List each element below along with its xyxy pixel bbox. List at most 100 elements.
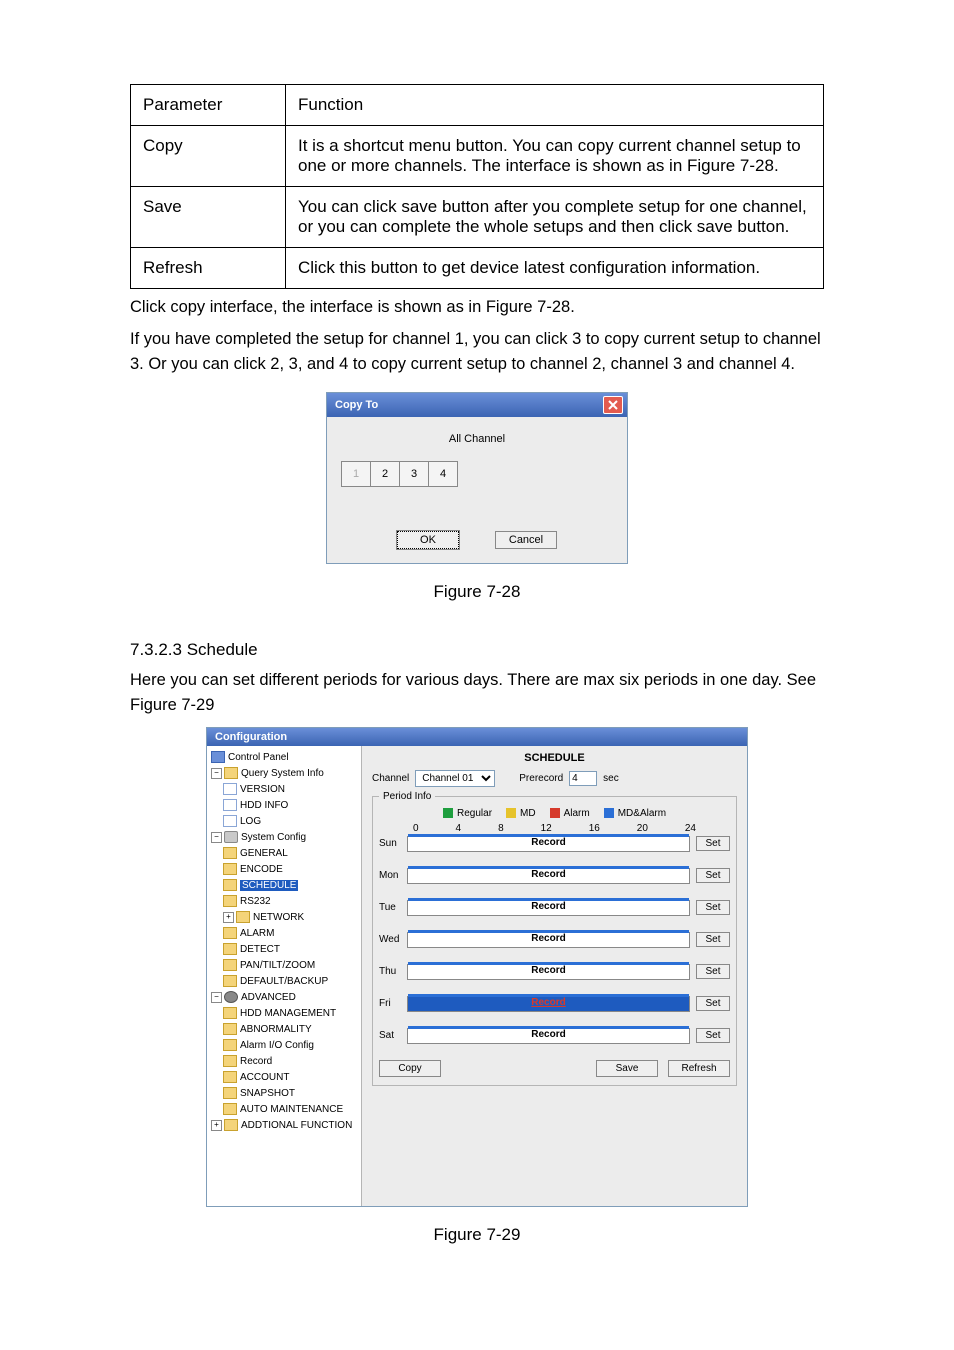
schedule-track[interactable]: Record	[407, 900, 690, 916]
tree-item[interactable]: DEFAULT/BACKUP	[240, 976, 328, 987]
expand-icon[interactable]: +	[211, 1120, 222, 1131]
tree-item[interactable]: DETECT	[240, 944, 280, 955]
tree-item[interactable]: ACCOUNT	[240, 1072, 289, 1083]
period-info-label: Period Info	[379, 791, 435, 802]
tree-item[interactable]: RS232	[240, 896, 271, 907]
expand-icon[interactable]: +	[223, 912, 234, 923]
mdalarm-swatch-icon	[604, 808, 614, 818]
schedule-track[interactable]: Record	[407, 996, 690, 1012]
close-icon[interactable]	[603, 396, 623, 414]
tree-item[interactable]: ABNORMALITY	[240, 1024, 312, 1035]
channel-label: Channel	[372, 773, 409, 784]
window-title: Configuration	[215, 731, 287, 743]
tree-item[interactable]: LOG	[240, 816, 261, 827]
collapse-icon[interactable]: −	[211, 768, 222, 779]
day-label: Sat	[379, 1030, 407, 1041]
tree-item[interactable]: ALARM	[240, 928, 274, 939]
schedule-track[interactable]: Record	[407, 932, 690, 948]
schedule-track[interactable]: Record	[407, 836, 690, 852]
tree-item[interactable]: PAN/TILT/ZOOM	[240, 960, 315, 971]
tree-item[interactable]: NETWORK	[253, 912, 304, 923]
tree-item[interactable]: Record	[240, 1056, 272, 1067]
ok-button[interactable]: OK	[397, 531, 459, 549]
alarm-swatch-icon	[550, 808, 560, 818]
section-body: Here you can set different periods for v…	[130, 668, 824, 719]
all-channel-label[interactable]: All Channel	[341, 433, 613, 445]
record-label: Record	[531, 837, 565, 848]
set-button[interactable]: Set	[696, 1028, 730, 1043]
schedule-track[interactable]: Record	[407, 1028, 690, 1044]
folder-icon	[223, 1103, 237, 1115]
schedule-track[interactable]: Record	[407, 868, 690, 884]
table-row: Refresh Click this button to get device …	[131, 248, 824, 289]
tree-item[interactable]: Query System Info	[241, 768, 324, 779]
tree-item[interactable]: ADVANCED	[241, 992, 296, 1003]
tree-item[interactable]: HDD MANAGEMENT	[240, 1008, 336, 1019]
day-label: Fri	[379, 998, 407, 1009]
schedule-track[interactable]: Record	[407, 964, 690, 980]
copy-button[interactable]: Copy	[379, 1060, 441, 1077]
day-label: Sun	[379, 838, 407, 849]
tree-item[interactable]: ADDTIONAL FUNCTION	[241, 1120, 352, 1131]
tree-item[interactable]: GENERAL	[240, 848, 288, 859]
navigation-tree[interactable]: Control Panel − Query System Info VERSION…	[207, 746, 362, 1206]
refresh-button[interactable]: Refresh	[668, 1060, 730, 1077]
gear-icon	[224, 991, 238, 1003]
cancel-button[interactable]: Cancel	[495, 531, 557, 549]
save-button[interactable]: Save	[596, 1060, 658, 1077]
folder-icon	[224, 1119, 238, 1131]
channel-2-button[interactable]: 2	[370, 461, 400, 487]
folder-icon	[223, 1007, 237, 1019]
channel-select[interactable]: Channel 01	[415, 770, 495, 787]
schedule-panel: SCHEDULE Channel Channel 01 Prerecord se…	[362, 746, 747, 1206]
folder-icon	[223, 1087, 237, 1099]
channel-4-button[interactable]: 4	[428, 461, 458, 487]
tree-item[interactable]: HDD INFO	[240, 800, 288, 811]
collapse-icon[interactable]: −	[211, 992, 222, 1003]
regular-swatch-icon	[443, 808, 453, 818]
channel-3-button[interactable]: 3	[399, 461, 429, 487]
body-paragraph: Click copy interface, the interface is s…	[130, 295, 824, 321]
tree-item-selected[interactable]: SCHEDULE	[240, 880, 298, 891]
doc-icon	[223, 783, 237, 795]
record-label: Record	[531, 869, 565, 880]
folder-icon	[223, 1055, 237, 1067]
set-button[interactable]: Set	[696, 900, 730, 915]
copy-to-dialog: Copy To All Channel 1 2 3 4 OK Cancel	[326, 392, 628, 564]
collapse-icon[interactable]: −	[211, 832, 222, 843]
set-button[interactable]: Set	[696, 836, 730, 851]
prerecord-input[interactable]	[569, 771, 597, 786]
set-button[interactable]: Set	[696, 996, 730, 1011]
configuration-window: Configuration Control Panel − Query Syste…	[206, 727, 748, 1207]
tree-item[interactable]: ENCODE	[240, 864, 283, 875]
doc-icon	[223, 815, 237, 827]
md-swatch-icon	[506, 808, 516, 818]
section-heading: 7.3.2.3 Schedule	[130, 640, 824, 660]
prerecord-unit: sec	[603, 773, 619, 784]
record-label: Record	[531, 1029, 565, 1040]
set-button[interactable]: Set	[696, 932, 730, 947]
set-button[interactable]: Set	[696, 964, 730, 979]
tree-item[interactable]: System Config	[241, 832, 306, 843]
legend-alarm: Alarm	[564, 808, 590, 819]
table-row: Copy It is a shortcut menu button. You c…	[131, 126, 824, 187]
legend-md: MD	[520, 808, 536, 819]
channel-list: 1 2 3 4	[341, 461, 613, 487]
folder-icon	[223, 1071, 237, 1083]
tree-item[interactable]: Alarm I/O Config	[240, 1040, 314, 1051]
panel-title: SCHEDULE	[372, 752, 737, 764]
day-label: Wed	[379, 934, 407, 945]
tree-item[interactable]: VERSION	[240, 784, 285, 795]
record-label: Record	[531, 965, 565, 976]
dialog-title: Copy To	[335, 399, 378, 411]
folder-icon	[223, 863, 237, 875]
set-button[interactable]: Set	[696, 868, 730, 883]
folder-open-icon	[224, 767, 238, 779]
panel-icon	[211, 751, 225, 763]
tree-item[interactable]: AUTO MAINTENANCE	[240, 1104, 343, 1115]
tree-item[interactable]: SNAPSHOT	[240, 1088, 295, 1099]
body-paragraph: If you have completed the setup for chan…	[130, 327, 824, 378]
day-label: Mon	[379, 870, 407, 881]
tree-item[interactable]: Control Panel	[228, 752, 289, 763]
channel-1-button[interactable]: 1	[341, 461, 371, 487]
